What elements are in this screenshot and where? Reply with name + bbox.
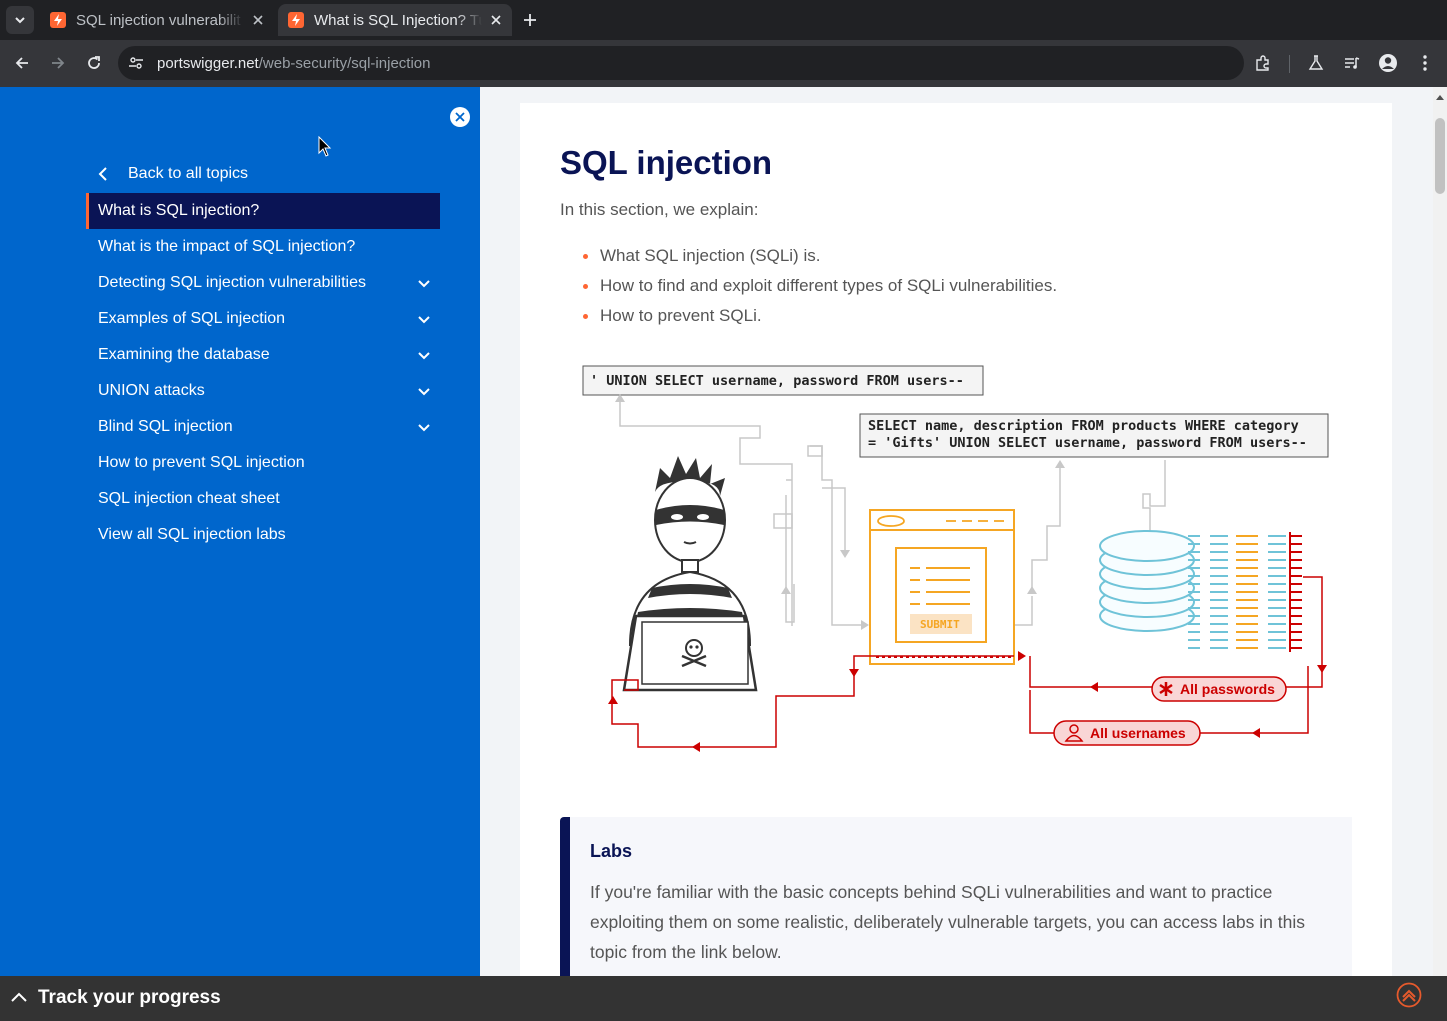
list-item: How to prevent SQLi. bbox=[582, 304, 1057, 334]
arrow-up-circle-icon bbox=[1396, 982, 1422, 1008]
database-illustration bbox=[1099, 530, 1195, 632]
hacker-illustration bbox=[622, 456, 758, 692]
all-usernames-pill: All usernames bbox=[1053, 720, 1201, 746]
forward-button[interactable] bbox=[47, 52, 69, 74]
portswigger-favicon-icon bbox=[50, 12, 66, 28]
new-tab-button[interactable] bbox=[520, 10, 540, 30]
sidebar-item-examining-database[interactable]: Examining the database bbox=[86, 337, 440, 373]
sidebar-item-union-attacks[interactable]: UNION attacks bbox=[86, 373, 440, 409]
sidebar-item-label: SQL injection cheat sheet bbox=[98, 490, 280, 507]
sidebar-item-label: Detecting SQL injection vulnerabilities bbox=[98, 274, 366, 291]
url-host: portswigger.net bbox=[157, 55, 259, 72]
sidebar-item-impact[interactable]: What is the impact of SQL injection? bbox=[86, 229, 440, 265]
page-title: SQL injection bbox=[560, 144, 773, 181]
all-usernames-label: All usernames bbox=[1090, 725, 1186, 741]
portswigger-favicon-icon bbox=[288, 12, 304, 28]
query-line-1: SELECT name, description FROM products W… bbox=[868, 418, 1299, 434]
plus-icon bbox=[524, 14, 536, 26]
tab-strip: SQL injection vulnerabilit What is SQL I… bbox=[0, 0, 1447, 40]
chevron-down-icon[interactable] bbox=[416, 275, 432, 291]
labs-heading: Labs bbox=[590, 841, 633, 861]
sidebar-item-label: Examining the database bbox=[98, 346, 270, 363]
page-scrollbar[interactable] bbox=[1433, 87, 1447, 976]
chevron-down-icon bbox=[15, 17, 25, 24]
sidebar-item-label: What is SQL injection? bbox=[98, 202, 260, 219]
list-item: What SQL injection (SQLi) is. bbox=[582, 244, 1057, 274]
sidebar-item-blind-sqli[interactable]: Blind SQL injection bbox=[86, 409, 440, 445]
chevron-up-icon bbox=[11, 992, 27, 1002]
chevron-left-icon bbox=[98, 167, 122, 181]
labs-callout: Labs If you're familiar with the basic c… bbox=[560, 817, 1352, 976]
track-progress-bar[interactable]: Track your progress bbox=[0, 976, 1447, 1021]
sidebar-item-cheat-sheet[interactable]: SQL injection cheat sheet bbox=[86, 481, 440, 517]
arrow-right-icon bbox=[52, 57, 65, 69]
list-item: How to find and exploit different types … bbox=[582, 274, 1057, 304]
sidebar-item-label: What is the impact of SQL injection? bbox=[98, 238, 356, 255]
sidebar-item-what-is-sql-injection[interactable]: What is SQL injection? bbox=[86, 193, 440, 229]
back-button[interactable] bbox=[11, 52, 33, 74]
back-to-all-topics-link[interactable]: Back to all topics bbox=[98, 162, 248, 186]
query-line-2: = 'Gifts' UNION SELECT username, passwor… bbox=[868, 435, 1307, 451]
sidebar-item-examples[interactable]: Examples of SQL injection bbox=[86, 301, 440, 337]
close-icon bbox=[455, 112, 465, 122]
reload-button[interactable] bbox=[83, 52, 105, 74]
intro-text: In this section, we explain: bbox=[560, 200, 759, 219]
sidebar-item-label: How to prevent SQL injection bbox=[98, 454, 305, 471]
scroll-up-arrow-icon[interactable] bbox=[1435, 90, 1445, 100]
back-to-top-button[interactable] bbox=[1396, 982, 1422, 1008]
extensions-puzzle-icon[interactable] bbox=[1252, 52, 1274, 74]
data-table-illustration bbox=[1188, 532, 1302, 652]
mouse-cursor-icon bbox=[318, 136, 332, 157]
tab-search-button[interactable] bbox=[6, 6, 34, 34]
sidebar-item-label: UNION attacks bbox=[98, 382, 205, 399]
arrow-left-icon bbox=[15, 57, 28, 69]
all-passwords-pill: All passwords bbox=[1151, 676, 1287, 702]
tab-title: What is SQL Injection? Tu bbox=[314, 11, 482, 29]
sidebar-item-view-all-labs[interactable]: View all SQL injection labs bbox=[86, 517, 440, 553]
menu-kebab-icon[interactable] bbox=[1414, 52, 1436, 74]
chevron-down-icon[interactable] bbox=[416, 311, 432, 327]
sidebar-item-detecting[interactable]: Detecting SQL injection vulnerabilities bbox=[86, 265, 440, 301]
track-progress-label: Track your progress bbox=[38, 987, 221, 1008]
web-form-illustration: SUBMIT bbox=[869, 509, 1015, 665]
close-tab-icon[interactable] bbox=[250, 12, 266, 28]
labs-text: If you're familiar with the basic concep… bbox=[590, 882, 1305, 962]
chevron-down-icon[interactable] bbox=[416, 419, 432, 435]
sidebar-item-prevent[interactable]: How to prevent SQL injection bbox=[86, 445, 440, 481]
labs-flask-icon[interactable] bbox=[1305, 52, 1327, 74]
tab-what-is-sql-injection[interactable]: What is SQL Injection? Tu bbox=[278, 4, 512, 36]
site-info-icon[interactable] bbox=[127, 54, 145, 72]
chevron-down-icon[interactable] bbox=[416, 383, 432, 399]
sql-injection-diagram: ' UNION SELECT username, password FROM u… bbox=[582, 365, 1329, 752]
reload-icon bbox=[88, 56, 100, 69]
payload-text: ' UNION SELECT username, password FROM u… bbox=[590, 373, 964, 389]
intro-bullet-list: What SQL injection (SQLi) is. How to fin… bbox=[582, 244, 1057, 334]
all-passwords-label: All passwords bbox=[1180, 681, 1275, 697]
back-link-label: Back to all topics bbox=[128, 165, 249, 182]
scrollbar-thumb[interactable] bbox=[1435, 118, 1445, 194]
sidebar-item-label: Examples of SQL injection bbox=[98, 310, 286, 327]
sidebar-item-label: Blind SQL injection bbox=[98, 418, 233, 435]
submit-text: SUBMIT bbox=[920, 618, 960, 631]
tab-sql-vulnerabilities[interactable]: SQL injection vulnerabilit bbox=[40, 4, 274, 36]
toolbar-divider bbox=[1289, 55, 1290, 73]
tab-title: SQL injection vulnerabilit bbox=[76, 11, 241, 29]
close-sidebar-button[interactable] bbox=[450, 107, 470, 127]
close-tab-icon[interactable] bbox=[488, 12, 504, 28]
url-path: /web-security/sql-injection bbox=[258, 55, 431, 72]
url-text[interactable]: portswigger.net/web-security/sql-injecti… bbox=[157, 55, 430, 72]
media-controls-icon[interactable] bbox=[1341, 52, 1363, 74]
profile-avatar-icon[interactable] bbox=[1377, 52, 1399, 74]
chevron-down-icon[interactable] bbox=[416, 347, 432, 363]
sidebar-item-label: View all SQL injection labs bbox=[98, 526, 286, 543]
